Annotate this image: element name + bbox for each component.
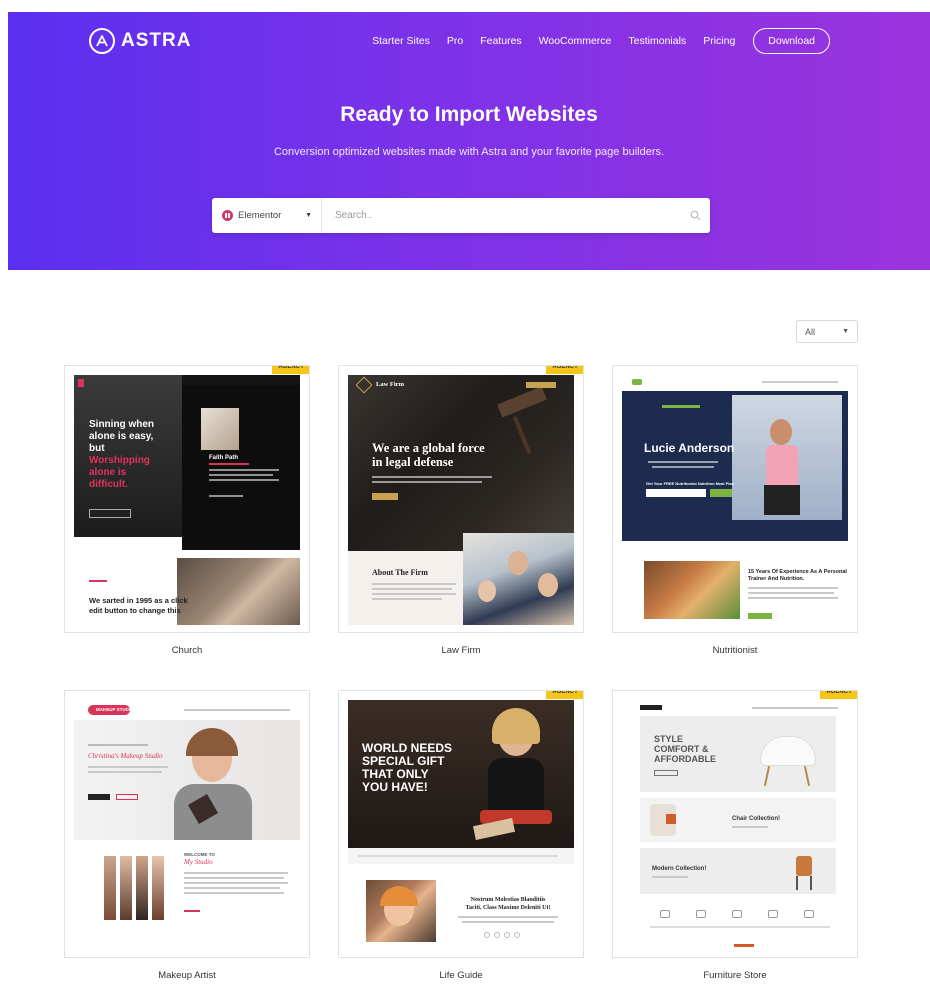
site-card-preview-life-guide[interactable]: AGENCY WORLD NEEDS SPECIAL GIFT THAT ONL… (338, 690, 584, 958)
astra-logo-icon (89, 28, 115, 54)
furniture-hero-line-1: STYLE (654, 734, 684, 744)
page-builder-select[interactable]: Elementor ▼ (212, 198, 322, 233)
hero-banner: ASTRA Starter Sites Pro Features WooComm… (8, 12, 930, 270)
law-firm-logo-text: Law Firm (376, 381, 404, 388)
category-filter-value: All (805, 326, 816, 337)
site-card-preview-nutritionist[interactable]: Lucie Anderson Get Your FREE Nutritionis… (612, 365, 858, 633)
makeup-artist-preview-image: MAKEUP STUDIO Christina's Makeup Studio … (74, 700, 300, 950)
nutritionist-name: Lucie Anderson (644, 441, 735, 455)
site-card-title[interactable]: Nutritionist (612, 645, 858, 656)
makeup-script-title: Christina's Makeup Studio (88, 752, 163, 760)
site-card-preview-church[interactable]: AGENCY Sinning when alone is easy, but W… (64, 365, 310, 633)
life-guide-serif-line-1: Nostrum Molestias Blanditiis (470, 897, 546, 903)
makeup-studio-title: My Studio (184, 858, 213, 866)
furniture-collection-1: Chair Collection! (732, 816, 781, 822)
site-card-title[interactable]: Furniture Store (612, 970, 858, 981)
agency-badge: AGENCY (820, 691, 857, 699)
site-card-title[interactable]: Life Guide (338, 970, 584, 981)
download-button[interactable]: Download (753, 28, 830, 54)
law-firm-headline-2: in legal defense (372, 455, 454, 469)
furniture-collection-2: Modern Collection! (652, 866, 707, 872)
nav-woocommerce[interactable]: WooCommerce (539, 35, 612, 47)
site-card-furniture-store: AGENCY STYLE COMFORT & AFFORDABLE Chair … (612, 690, 858, 981)
category-filter[interactable]: All ▼ (796, 320, 858, 343)
life-guide-serif-line-2: Taciti, Class Maxime Deleniti Ut! (465, 905, 551, 911)
site-card-title[interactable]: Law Firm (338, 645, 584, 656)
agency-badge: AGENCY (272, 366, 309, 374)
makeup-logo-text: MAKEUP STUDIO (96, 707, 134, 712)
life-guide-preview-image: WORLD NEEDS SPECIAL GIFT THAT ONLY YOU H… (348, 700, 574, 950)
furniture-store-preview-image: STYLE COMFORT & AFFORDABLE Chair Collect… (622, 700, 848, 950)
nav-pricing[interactable]: Pricing (703, 35, 735, 47)
site-card-life-guide: AGENCY WORLD NEEDS SPECIAL GIFT THAT ONL… (338, 690, 584, 981)
site-card-makeup-artist: MAKEUP STUDIO Christina's Makeup Studio … (64, 690, 310, 981)
church-heading-line-4: Worshipping (89, 455, 150, 466)
church-heading-line-1: Sinning when (89, 419, 154, 430)
page-title: Ready to Import Websites (340, 103, 598, 126)
church-bottom-line-1: We sarted in 1995 as a click (89, 596, 188, 605)
site-card-preview-furniture-store[interactable]: AGENCY STYLE COMFORT & AFFORDABLE Chair … (612, 690, 858, 958)
search-icon[interactable] (680, 210, 710, 221)
nav-testimonials[interactable]: Testimonials (628, 35, 686, 47)
page-subtitle: Conversion optimized websites made with … (273, 146, 665, 158)
church-side-title: Faith Path (209, 455, 239, 461)
search-bar: Elementor ▼ (212, 198, 710, 233)
nav-features[interactable]: Features (480, 35, 521, 47)
life-guide-headline-4: YOU HAVE! (362, 780, 428, 794)
law-firm-section-title: About The Firm (372, 568, 428, 577)
brand-name: ASTRA (121, 30, 192, 51)
law-firm-preview-image: Law Firm We are a global force in legal … (348, 375, 574, 625)
site-card-law-firm: AGENCY Law Firm We are a global force in… (338, 365, 584, 656)
search-input[interactable] (322, 198, 680, 233)
site-card-nutritionist: Lucie Anderson Get Your FREE Nutritionis… (612, 365, 858, 656)
caret-down-icon: ▼ (305, 212, 312, 219)
church-bottom-line-2: edit button to change this (89, 606, 181, 615)
site-card-title[interactable]: Makeup Artist (64, 970, 310, 981)
astra-logo[interactable]: ASTRA (89, 28, 191, 54)
agency-badge: AGENCY (546, 691, 583, 699)
site-card-preview-makeup-artist[interactable]: MAKEUP STUDIO Christina's Makeup Studio … (64, 690, 310, 958)
church-heading-line-2: alone is easy, (89, 431, 154, 442)
nutritionist-years-line-1: 15 Years Of Experience As A Personal (748, 569, 847, 575)
law-firm-headline-1: We are a global force (372, 441, 485, 455)
site-card-title[interactable]: Church (64, 645, 310, 656)
church-heading-line-5: alone is (89, 467, 127, 478)
nutritionist-years-line-2: Trainer And Nutrition. (748, 576, 805, 582)
makeup-welcome: WELCOME TO (184, 852, 215, 857)
church-heading-line-6: difficult. (89, 479, 128, 490)
nutritionist-preview-image: Lucie Anderson Get Your FREE Nutritionis… (622, 375, 848, 625)
page-builder-label: Elementor (238, 210, 282, 221)
nav-starter-sites[interactable]: Starter Sites (372, 35, 430, 47)
church-preview-image: Sinning when alone is easy, but Worshipp… (74, 375, 300, 625)
nav-pro[interactable]: Pro (447, 35, 463, 47)
site-card-church: AGENCY Sinning when alone is easy, but W… (64, 365, 310, 656)
site-card-preview-law-firm[interactable]: AGENCY Law Firm We are a global force in… (338, 365, 584, 633)
elementor-icon (222, 210, 233, 221)
main-nav: Starter Sites Pro Features WooCommerce T… (372, 28, 830, 54)
nutritionist-offer: Get Your FREE Nutritionist Nutrition Mea… (646, 481, 735, 486)
furniture-hero-line-2: COMFORT & (654, 744, 709, 754)
church-heading-line-3: but (89, 443, 105, 454)
caret-down-icon: ▼ (842, 328, 849, 335)
agency-badge: AGENCY (546, 366, 583, 374)
furniture-hero-line-3: AFFORDABLE (654, 754, 716, 764)
